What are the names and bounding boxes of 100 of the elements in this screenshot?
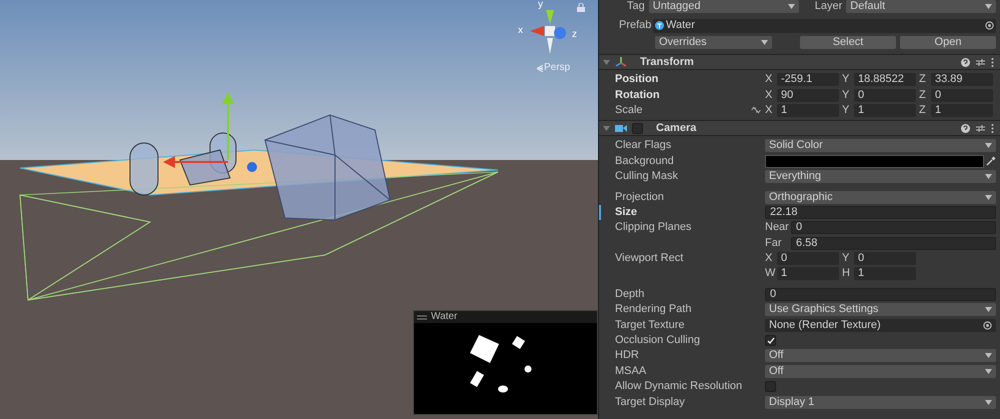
number-field[interactable]: 0 (777, 252, 839, 266)
dropdown[interactable]: Default (846, 0, 996, 13)
foldout-arrow-icon[interactable] (603, 124, 610, 132)
perspective-icon (537, 64, 543, 72)
property-label: Position (615, 74, 660, 86)
prefab-button[interactable]: Select (800, 36, 896, 48)
property-label: Rendering Path (615, 304, 692, 316)
number-field[interactable]: 33.89 (931, 73, 993, 86)
axis-label: W (765, 268, 774, 280)
dropdown-caret-icon (985, 400, 992, 405)
enable-checkbox[interactable] (632, 122, 643, 134)
axis-label: X (765, 253, 774, 264)
number-field[interactable]: 0 (931, 88, 993, 102)
dropdown-caret-icon (761, 40, 768, 44)
preset-icon[interactable] (976, 58, 985, 66)
number-field[interactable]: 1 (854, 104, 916, 117)
camera-icon (615, 124, 627, 133)
property-label: Allow Dynamic Resolution (615, 381, 744, 392)
property-label: HDR (615, 350, 640, 362)
axis-label: X (765, 74, 774, 86)
number-field[interactable]: 18.88522 (854, 73, 916, 86)
property-label: Size (615, 206, 638, 218)
property-label: Background (615, 156, 675, 167)
number-field[interactable]: 6.58 (791, 236, 996, 250)
preset-icon[interactable] (976, 124, 985, 133)
prefab-label: Prefab (619, 20, 649, 31)
drag-handle-icon[interactable] (417, 314, 427, 320)
dropdown[interactable]: Use Graphics Settings (765, 303, 996, 316)
game-view-title: Water (431, 312, 458, 322)
axis-label: H (842, 268, 851, 280)
dropdown[interactable]: Overrides (655, 36, 772, 48)
property-label: Clipping Planes (615, 222, 692, 234)
dropdown[interactable]: Off (765, 364, 996, 378)
link-icon[interactable] (751, 106, 761, 114)
checkbox[interactable] (765, 335, 776, 346)
field-prefix: Near (765, 222, 787, 234)
number-field[interactable]: 0 (854, 252, 916, 266)
number-field[interactable]: -259.1 (777, 73, 839, 86)
dropdown[interactable]: Display 1 (765, 396, 996, 409)
object-field[interactable]: None (Render Texture) (765, 318, 996, 332)
property-label: Rotation (615, 90, 661, 101)
axis-label: Y (842, 104, 850, 116)
number-field[interactable]: 1 (777, 267, 839, 280)
prefab-field[interactable]: Water (653, 18, 996, 32)
dropdown[interactable]: Orthographic (765, 190, 996, 204)
property-label: Culling Mask (615, 171, 679, 182)
property-label: Viewport Rect (615, 253, 684, 264)
dropdown-caret-icon (985, 307, 992, 312)
axis-label: Y (842, 253, 850, 264)
tag-label: Tag (627, 1, 645, 12)
component-header[interactable]: Transform (599, 54, 1000, 70)
property-label: Scale (615, 104, 644, 116)
color-swatch[interactable] (765, 154, 984, 168)
property-label: Projection (615, 192, 665, 203)
dropdown-caret-icon (985, 174, 992, 180)
number-field[interactable]: 0 (854, 88, 916, 102)
prefab-button[interactable]: Open (900, 36, 996, 48)
component-header[interactable]: Camera (599, 120, 1000, 136)
more-options-icon[interactable] (991, 124, 994, 133)
help-icon[interactable] (961, 124, 970, 133)
axis-label: y (538, 0, 543, 9)
property-label: Occlusion Culling (615, 335, 701, 346)
dropdown[interactable]: Off (765, 349, 996, 362)
dropdown-caret-icon (985, 368, 992, 374)
axis-label: z (572, 30, 577, 40)
foldout-arrow-icon[interactable] (603, 58, 610, 66)
dropdown-caret-icon (985, 194, 992, 200)
number-field[interactable]: 0 (791, 221, 996, 234)
property-label: Target Texture (615, 320, 686, 331)
axis-label: Y (842, 90, 850, 101)
dropdown-caret-icon (985, 4, 992, 9)
dropdown[interactable]: Untagged (648, 0, 799, 13)
axis-label: Z (919, 74, 927, 86)
help-icon[interactable] (961, 58, 970, 66)
more-options-icon[interactable] (991, 58, 994, 66)
number-field[interactable]: 1 (854, 267, 916, 280)
target-picker-icon[interactable] (983, 320, 992, 330)
dropdown[interactable]: Solid Color (765, 139, 996, 152)
property-label: MSAA (615, 366, 648, 377)
axis-label: Z (919, 104, 927, 116)
checkmark-icon (766, 336, 774, 345)
number-field[interactable]: 22.18 (765, 206, 996, 219)
axis-label: x (518, 26, 523, 36)
number-field[interactable]: 1 (777, 104, 839, 117)
number-field[interactable]: 90 (777, 88, 839, 102)
dropdown-caret-icon (788, 4, 795, 9)
component-title: Camera (656, 122, 698, 134)
layer-label: Layer (814, 1, 842, 12)
dropdown[interactable]: Everything (765, 170, 996, 184)
number-field[interactable]: 0 (765, 288, 996, 301)
eyedropper-icon[interactable] (986, 156, 996, 166)
property-label: Depth (615, 288, 646, 300)
checkbox[interactable] (765, 381, 776, 392)
axis-label: Z (919, 90, 927, 101)
target-picker-icon[interactable] (985, 21, 994, 30)
field-prefix: Far (765, 238, 782, 249)
component-title: Transform (640, 56, 695, 68)
dropdown-caret-icon (985, 353, 992, 358)
property-label: Target Display (615, 396, 686, 408)
number-field[interactable]: 1 (931, 104, 993, 117)
